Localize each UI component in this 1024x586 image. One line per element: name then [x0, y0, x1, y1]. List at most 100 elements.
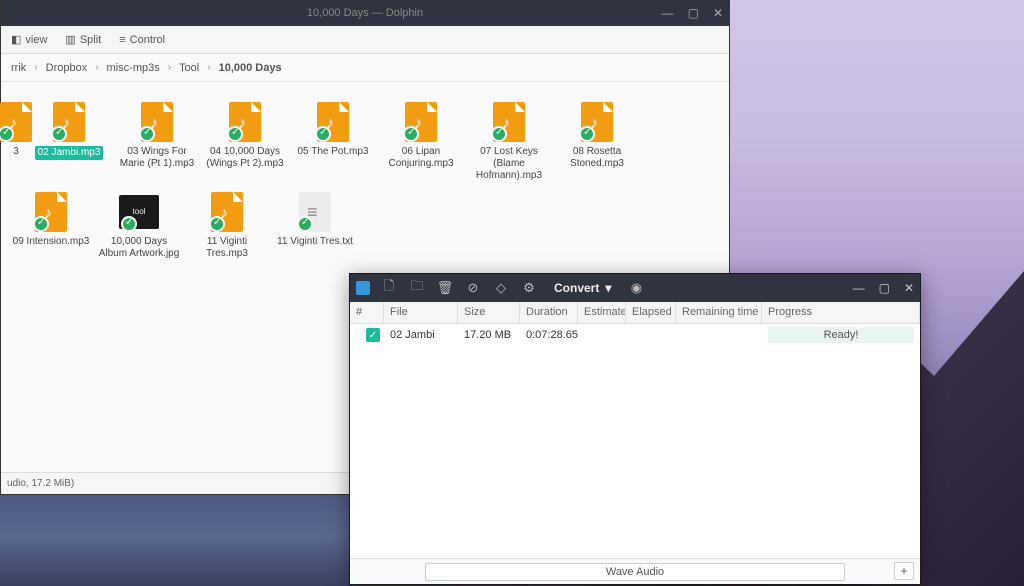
chevron-down-icon: ▾: [605, 281, 611, 295]
col-size[interactable]: Size: [458, 302, 520, 323]
close-icon[interactable]: ✕: [904, 281, 914, 295]
jpg-file-icon: tool: [119, 190, 159, 234]
file-item[interactable]: 11 Viginti Tres.mp3: [183, 186, 271, 264]
dolphin-toolbar: ◧ view ▥ Split ≡ Control: [1, 26, 729, 54]
breadcrumb-segment[interactable]: misc-mp3s: [103, 62, 164, 74]
maximize-icon[interactable]: ▢: [688, 6, 699, 20]
file-label: 04 10,000 Days (Wings Pt 2).mp3: [203, 146, 287, 170]
convert-button[interactable]: Convert ▾: [548, 281, 617, 295]
col-elapsed[interactable]: Elapsed t: [626, 302, 676, 323]
file-item[interactable]: 07 Lost Keys (Blame Hofmann).mp3: [465, 96, 553, 186]
folder-icon[interactable]: 🗀: [410, 281, 424, 295]
file-label: 09 Intension.mp3: [13, 236, 90, 248]
synced-badge-icon: [209, 216, 225, 232]
converter-window: 🗋 🗀 🗑 ⊘ ◇ ⚙ Convert ▾ ◉ — ▢ ✕ # File Siz…: [349, 273, 921, 585]
eye-icon: ◧: [11, 33, 21, 46]
mp3-file-icon: [489, 100, 529, 144]
converter-rows[interactable]: ✓ 02 Jambi17.20 MB0:07:28.65 Ready!: [350, 324, 920, 558]
col-file[interactable]: File: [384, 302, 458, 323]
synced-badge-icon: [139, 126, 155, 142]
converter-column-headers[interactable]: # File Size Duration Estimate Elapsed t …: [350, 302, 920, 324]
mp3-file-icon: [225, 100, 265, 144]
mp3-file-icon: [577, 100, 617, 144]
breadcrumb-segment[interactable]: Dropbox: [42, 62, 92, 74]
output-format-selector[interactable]: Wave Audio: [425, 563, 845, 581]
minimize-icon[interactable]: —: [662, 6, 674, 20]
converter-footer: Wave Audio +: [350, 558, 920, 584]
file-label: 02 Jambi.mp3: [35, 146, 104, 160]
cell-duration: 0:07:28.65: [520, 329, 578, 341]
minimize-icon[interactable]: —: [853, 281, 865, 295]
mp3-file-icon: [401, 100, 441, 144]
file-label: 11 Viginti Tres.mp3: [185, 236, 269, 260]
synced-badge-icon: [315, 126, 331, 142]
chevron-right-icon: ›: [164, 62, 175, 73]
maximize-icon[interactable]: ▢: [879, 281, 890, 295]
file-label: 03 Wings For Marie (Pt 1).mp3: [115, 146, 199, 170]
file-label: 11 Viginti Tres.txt: [277, 236, 353, 248]
trash-icon[interactable]: 🗑: [438, 281, 452, 295]
mp3-file-icon: [207, 190, 247, 234]
synced-badge-icon: [33, 216, 49, 232]
file-label: 10,000 Days Album Artwork.jpg: [97, 236, 181, 260]
synced-badge-icon: [227, 126, 243, 142]
mp3-file-icon: [313, 100, 353, 144]
mp3-file-icon: [137, 100, 177, 144]
app-icon: [356, 281, 370, 295]
add-format-button[interactable]: +: [894, 562, 914, 580]
file-item[interactable]: 06 Lipan Conjuring.mp3: [377, 96, 465, 186]
diamond-icon[interactable]: ◇: [494, 281, 508, 295]
record-icon[interactable]: ◉: [629, 281, 643, 295]
file-label: 05 The Pot.mp3: [298, 146, 369, 158]
file-item[interactable]: 08 Rosetta Stoned.mp3: [553, 96, 641, 186]
col-num[interactable]: #: [350, 302, 384, 323]
breadcrumb-segment[interactable]: 10,000 Days: [215, 62, 286, 74]
split-icon: ▥: [65, 33, 75, 46]
mp3-file-icon: [31, 190, 71, 234]
new-file-icon[interactable]: 🗋: [382, 281, 396, 295]
close-icon[interactable]: ✕: [713, 6, 723, 20]
txt-file-icon: [295, 190, 335, 234]
chevron-right-icon: ›: [91, 62, 102, 73]
synced-badge-icon: [121, 216, 137, 232]
row-checkbox[interactable]: ✓: [366, 328, 380, 342]
breadcrumb[interactable]: rrik›Dropbox›misc-mp3s›Tool›10,000 Days: [1, 54, 729, 82]
cell-size: 17.20 MB: [458, 329, 520, 341]
synced-badge-icon: [579, 126, 595, 142]
col-remaining[interactable]: Remaining time: [676, 302, 762, 323]
file-label: 07 Lost Keys (Blame Hofmann).mp3: [467, 146, 551, 182]
col-progress[interactable]: Progress: [762, 302, 920, 323]
menu-icon: ≡: [119, 34, 125, 46]
stop-icon[interactable]: ⊘: [466, 281, 480, 295]
table-row[interactable]: ✓ 02 Jambi17.20 MB0:07:28.65 Ready!: [350, 324, 920, 346]
dolphin-titlebar[interactable]: 10,000 Days — Dolphin — ▢ ✕: [1, 0, 729, 26]
converter-titlebar[interactable]: 🗋 🗀 🗑 ⊘ ◇ ⚙ Convert ▾ ◉ — ▢ ✕: [350, 274, 920, 302]
control-button[interactable]: ≡ Control: [113, 30, 171, 50]
mp3-file-icon: [0, 100, 36, 144]
file-label: 08 Rosetta Stoned.mp3: [555, 146, 639, 170]
synced-badge-icon: [491, 126, 507, 142]
file-item[interactable]: 03 Wings For Marie (Pt 1).mp3: [113, 96, 201, 186]
breadcrumb-segment[interactable]: rrik: [7, 62, 30, 74]
synced-badge-icon: [403, 126, 419, 142]
file-item[interactable]: 02 Jambi.mp3: [25, 96, 113, 186]
synced-badge-icon: [297, 216, 313, 232]
dolphin-title: 10,000 Days — Dolphin: [307, 7, 423, 19]
file-item[interactable]: 11 Viginti Tres.txt: [271, 186, 359, 264]
col-estimate[interactable]: Estimate: [578, 302, 626, 323]
file-item[interactable]: tool10,000 Days Album Artwork.jpg: [95, 186, 183, 264]
file-item[interactable]: 09 Intension.mp3: [7, 186, 95, 264]
file-label: 06 Lipan Conjuring.mp3: [379, 146, 463, 170]
preview-button[interactable]: ◧ view: [5, 29, 53, 50]
cell-file: 02 Jambi: [384, 329, 458, 341]
synced-badge-icon: [51, 126, 67, 142]
file-item[interactable]: 05 The Pot.mp3: [289, 96, 377, 186]
breadcrumb-segment[interactable]: Tool: [175, 62, 203, 74]
file-item[interactable]: 3: [7, 96, 25, 186]
split-button[interactable]: ▥ Split: [59, 29, 107, 50]
col-duration[interactable]: Duration: [520, 302, 578, 323]
file-item[interactable]: 04 10,000 Days (Wings Pt 2).mp3: [201, 96, 289, 186]
progress-bar: Ready!: [768, 327, 914, 343]
mp3-file-icon: [49, 100, 89, 144]
gear-icon[interactable]: ⚙: [522, 281, 536, 295]
